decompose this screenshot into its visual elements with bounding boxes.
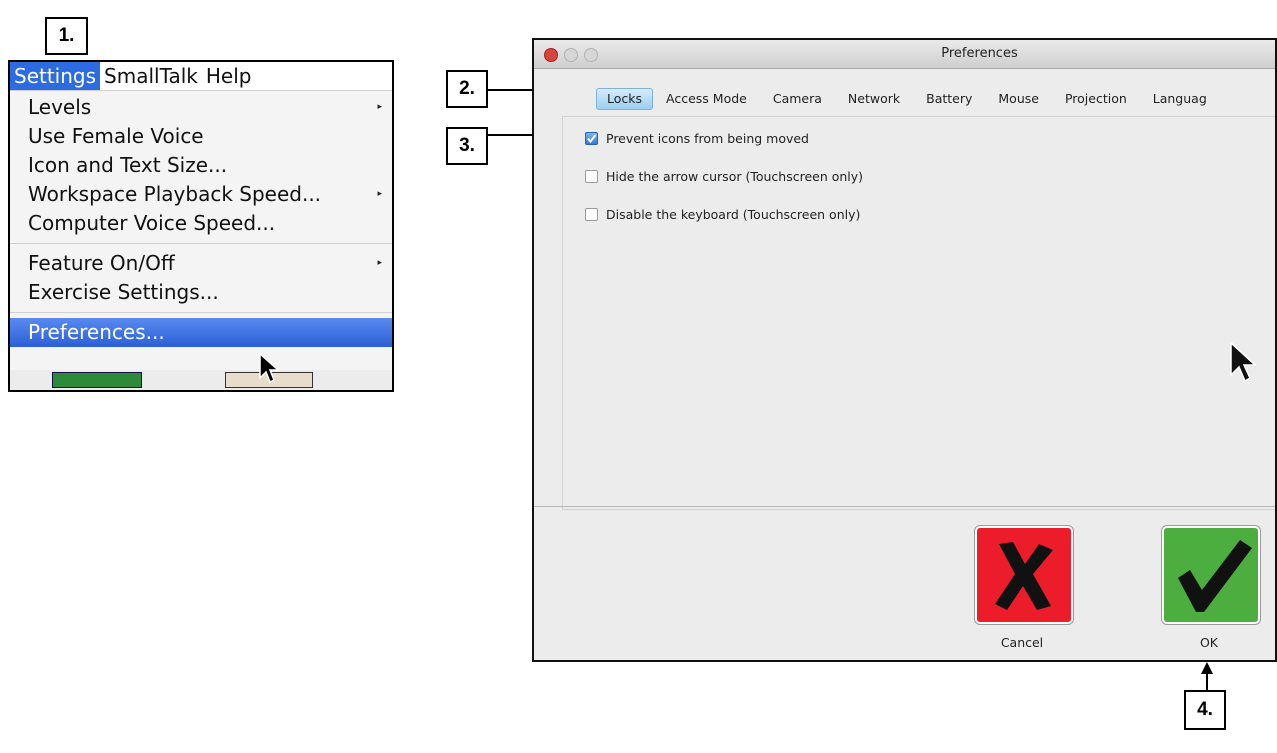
menu-item-use-female-voice[interactable]: Use Female Voice — [10, 122, 392, 151]
option-label: Disable the keyboard (Touchscreen only) — [606, 206, 861, 222]
menu-separator — [10, 243, 392, 244]
menu-item-label: Workspace Playback Speed... — [28, 182, 322, 206]
menu-item-levels[interactable]: Levels ▸ — [10, 93, 392, 122]
menu-bar: Settings SmallTalk Help — [10, 62, 392, 91]
tab-bar: Locks Access Mode Camera Network Battery… — [596, 88, 1220, 110]
cross-icon — [995, 542, 1053, 610]
arrow-cursor-icon — [1230, 341, 1257, 383]
menu-item-workspace-playback-speed[interactable]: Workspace Playback Speed... ▸ — [10, 180, 392, 209]
option-hide-arrow-cursor[interactable]: Hide the arrow cursor (Touchscreen only) — [585, 167, 863, 185]
tab-projection[interactable]: Projection — [1052, 89, 1140, 109]
menu-settings[interactable]: Settings — [10, 62, 101, 90]
menu-item-computer-voice-speed[interactable]: Computer Voice Speed... — [10, 209, 392, 238]
callout-4-arrow — [1201, 662, 1213, 690]
menu-item-icon-text-size[interactable]: Icon and Text Size... — [10, 151, 392, 180]
callout-4: 4. — [1184, 690, 1226, 730]
checkbox-unchecked-icon[interactable] — [585, 169, 598, 183]
title-bar: Preferences — [534, 40, 1275, 69]
tab-network[interactable]: Network — [835, 89, 913, 109]
preferences-window: Preferences Locks Access Mode Camera Net… — [532, 38, 1277, 662]
cancel-button-label: Cancel — [1000, 635, 1044, 650]
menu-smalltalk[interactable]: SmallTalk — [100, 62, 202, 90]
option-disable-keyboard[interactable]: Disable the keyboard (Touchscreen only) — [585, 205, 860, 223]
arrow-cursor-icon — [259, 352, 280, 384]
menu-separator — [10, 312, 392, 313]
ok-button[interactable] — [1162, 526, 1260, 624]
tab-language[interactable]: Languag — [1140, 89, 1220, 109]
callout-1: 1. — [45, 17, 88, 55]
submenu-triangle-icon: ▸ — [377, 258, 382, 268]
menu-item-label: Feature On/Off — [28, 251, 175, 275]
checkbox-unchecked-icon[interactable] — [585, 207, 598, 221]
menu-item-label: Preferences... — [28, 320, 165, 344]
option-label: Prevent icons from being moved — [606, 130, 809, 146]
option-prevent-icons-moved[interactable]: Prevent icons from being moved — [585, 129, 809, 147]
background-app-strip — [10, 370, 392, 390]
settings-menu: Settings SmallTalk Help Levels ▸ Use Fem… — [8, 60, 394, 392]
menu-item-feature-onoff[interactable]: Feature On/Off ▸ — [10, 249, 392, 278]
checkmark-icon — [1178, 540, 1252, 612]
checkbox-checked-icon[interactable] — [585, 131, 598, 145]
menu-item-label: Exercise Settings... — [28, 280, 219, 304]
menu-help[interactable]: Help — [202, 62, 256, 90]
window-title: Preferences — [941, 46, 1018, 61]
tab-locks[interactable]: Locks — [596, 88, 654, 110]
menu-item-exercise-settings[interactable]: Exercise Settings... — [10, 278, 392, 307]
tab-mouse[interactable]: Mouse — [985, 89, 1052, 109]
tab-camera[interactable]: Camera — [760, 89, 835, 109]
locks-panel: Prevent icons from being moved Hide the … — [562, 116, 1275, 510]
button-divider — [534, 506, 1275, 507]
menu-item-label: Levels — [28, 95, 92, 119]
background-green-button — [52, 372, 142, 388]
submenu-triangle-icon: ▸ — [377, 102, 382, 112]
submenu-triangle-icon: ▸ — [377, 189, 382, 199]
menu-item-label: Computer Voice Speed... — [28, 211, 276, 235]
menu-item-label: Icon and Text Size... — [28, 153, 228, 177]
menu-item-label: Use Female Voice — [28, 124, 204, 148]
callout-3: 3. — [446, 127, 488, 165]
callout-2: 2. — [446, 70, 488, 108]
ok-button-label: OK — [1199, 635, 1219, 650]
cancel-button[interactable] — [975, 526, 1073, 624]
tab-access-mode[interactable]: Access Mode — [653, 89, 760, 109]
option-label: Hide the arrow cursor (Touchscreen only) — [606, 168, 864, 184]
menu-item-preferences[interactable]: Preferences... — [10, 318, 392, 347]
tab-battery[interactable]: Battery — [913, 89, 985, 109]
